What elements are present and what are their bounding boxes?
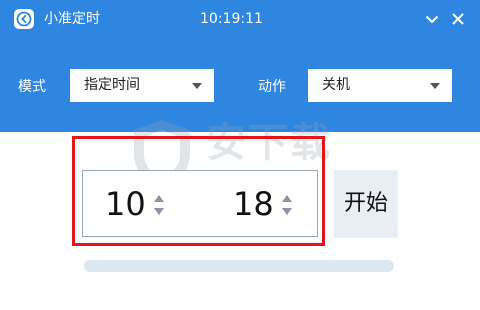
mode-select-value: 指定时间: [84, 77, 140, 93]
chevron-down-icon: [430, 83, 440, 89]
hour-spinner[interactable]: [153, 193, 165, 217]
chevron-down-icon: [192, 83, 202, 89]
title-bar: 小准定时 10:19:11: [0, 0, 480, 38]
dropdown-arrow-icon[interactable]: [422, 9, 442, 29]
start-button[interactable]: 开始: [334, 170, 398, 238]
mode-label: 模式: [18, 79, 46, 95]
action-select-value: 关机: [322, 77, 350, 93]
spin-down-icon[interactable]: [282, 208, 292, 215]
app-logo-icon: [14, 9, 34, 29]
minute-value[interactable]: 18: [233, 185, 274, 223]
hour-value[interactable]: 10: [105, 185, 146, 223]
time-picker: 10 18: [82, 170, 318, 237]
control-panel: 模式 指定时间 动作 关机: [0, 38, 480, 132]
spin-up-icon[interactable]: [282, 195, 292, 202]
current-time: 10:19:11: [200, 11, 263, 27]
spin-down-icon[interactable]: [154, 208, 164, 215]
action-select[interactable]: 关机: [308, 69, 452, 102]
app-window: 小准定时 10:19:11 模式 指定时间 动作 关机 安下载 10 18 开始: [0, 0, 480, 310]
close-icon[interactable]: [448, 9, 468, 29]
app-title: 小准定时: [44, 11, 100, 27]
minute-spinner[interactable]: [281, 193, 293, 217]
mode-select[interactable]: 指定时间: [70, 69, 214, 102]
action-label: 动作: [258, 79, 286, 95]
spin-up-icon[interactable]: [154, 195, 164, 202]
progress-bar: [84, 260, 394, 272]
